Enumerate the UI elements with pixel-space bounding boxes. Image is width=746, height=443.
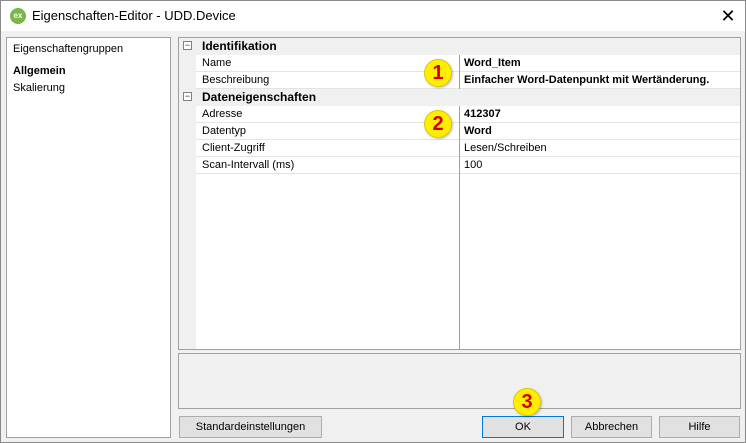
property-value[interactable]: 412307 bbox=[460, 106, 740, 123]
defaults-button[interactable]: Standardeinstellungen bbox=[179, 416, 322, 438]
properties-editor-window: ex Eigenschaften-Editor - UDD.Device ✕ E… bbox=[0, 0, 746, 443]
title-bar: ex Eigenschaften-Editor - UDD.Device ✕ bbox=[1, 1, 745, 31]
property-name: Scan-Intervall (ms) bbox=[196, 157, 459, 174]
category-label: Dateneigenschaften bbox=[202, 90, 317, 104]
app-icon: ex bbox=[10, 8, 26, 24]
group-item-allgemein[interactable]: Allgemein bbox=[13, 65, 66, 77]
annotation-badge-1: 1 bbox=[424, 59, 452, 87]
property-row-adresse[interactable]: Adresse 412307 bbox=[179, 106, 740, 123]
property-row-beschreibung[interactable]: Beschreibung Einfacher Word-Datenpunkt m… bbox=[179, 72, 740, 89]
ok-button[interactable]: OK bbox=[482, 416, 564, 438]
property-row-scan-intervall[interactable]: Scan-Intervall (ms) 100 bbox=[179, 157, 740, 174]
property-value[interactable]: Word_Item bbox=[460, 55, 740, 72]
property-row-name[interactable]: Name Word_Item bbox=[179, 55, 740, 72]
property-value[interactable]: 100 bbox=[460, 157, 740, 174]
category-label: Identifikation bbox=[202, 39, 277, 53]
category-row-dateneigenschaften: − Dateneigenschaften bbox=[179, 89, 740, 106]
property-value[interactable]: Lesen/Schreiben bbox=[460, 140, 740, 157]
property-name: Adresse bbox=[196, 106, 459, 123]
annotation-badge-3: 3 bbox=[513, 388, 541, 416]
window-title: Eigenschaften-Editor - UDD.Device bbox=[32, 8, 236, 23]
close-icon[interactable]: ✕ bbox=[717, 5, 739, 27]
collapse-icon[interactable]: − bbox=[183, 41, 192, 50]
description-area bbox=[178, 353, 741, 409]
property-value[interactable]: Einfacher Word-Datenpunkt mit Wertänderu… bbox=[460, 72, 740, 89]
property-name: Datentyp bbox=[196, 123, 459, 140]
property-name: Name bbox=[196, 55, 459, 72]
property-name: Beschreibung bbox=[196, 72, 459, 89]
cancel-button[interactable]: Abbrechen bbox=[571, 416, 652, 438]
property-row-datentyp[interactable]: Datentyp Word bbox=[179, 123, 740, 140]
group-item-skalierung[interactable]: Skalierung bbox=[13, 82, 65, 94]
property-groups-panel: Eigenschaftengruppen Allgemein Skalierun… bbox=[6, 37, 171, 438]
property-name: Client-Zugriff bbox=[196, 140, 459, 157]
annotation-badge-2: 2 bbox=[424, 110, 452, 138]
property-groups-header: Eigenschaftengruppen bbox=[13, 43, 124, 55]
property-value[interactable]: Word bbox=[460, 123, 740, 140]
category-row-identifikation: − Identifikation bbox=[179, 38, 740, 55]
collapse-icon[interactable]: − bbox=[183, 92, 192, 101]
property-grid: − Identifikation Name Word_Item Beschrei… bbox=[178, 37, 741, 350]
property-row-client-zugriff[interactable]: Client-Zugriff Lesen/Schreiben bbox=[179, 140, 740, 157]
help-button[interactable]: Hilfe bbox=[659, 416, 740, 438]
